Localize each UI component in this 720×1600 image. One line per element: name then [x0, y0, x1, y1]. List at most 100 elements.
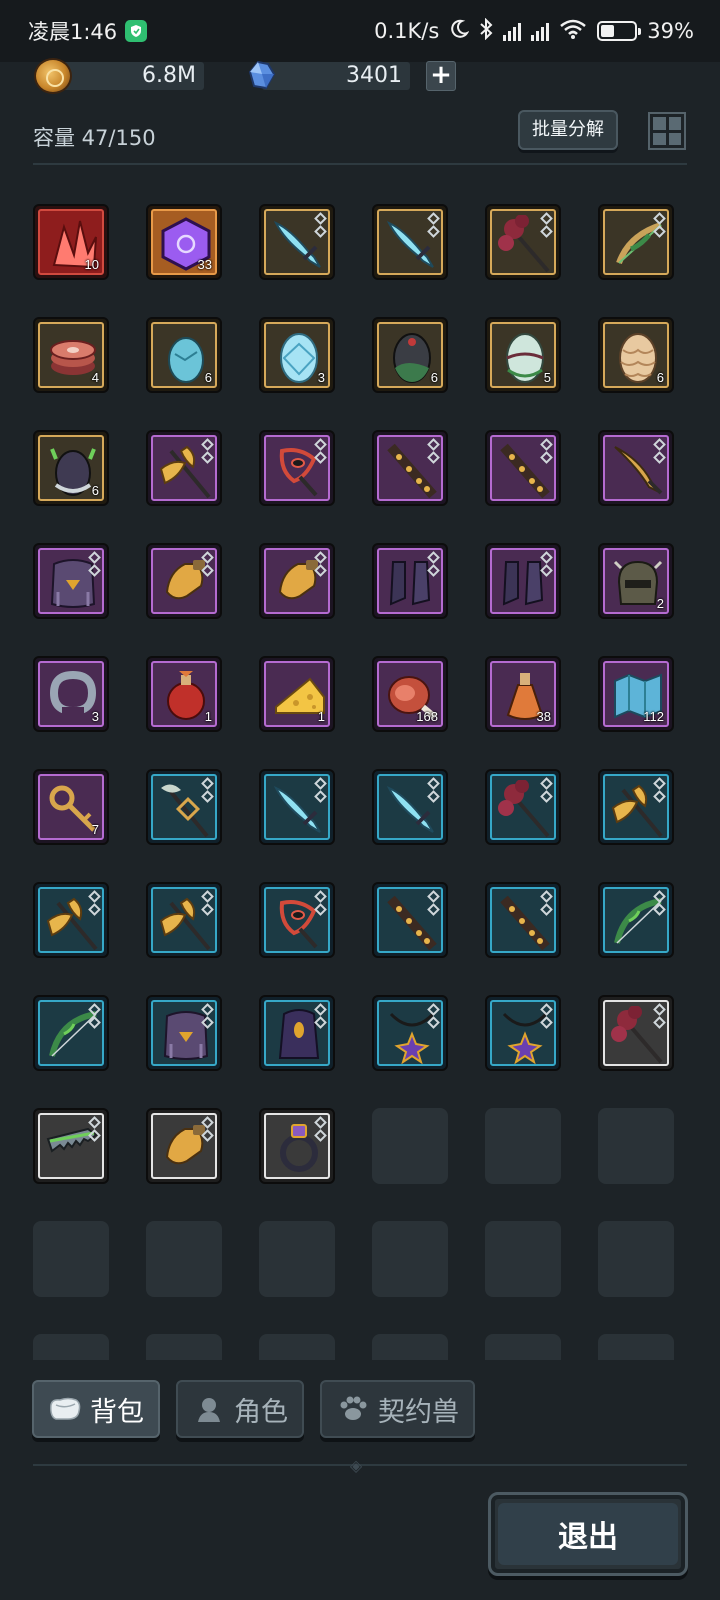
add-gems-button[interactable]: + [426, 61, 456, 91]
battery-icon [597, 21, 642, 41]
inventory-slot-empty[interactable] [33, 1334, 109, 1360]
inventory-slot-orange-flask[interactable]: 38 [485, 656, 561, 732]
inventory-slot-feather-spear[interactable] [146, 769, 222, 845]
inventory-slot-empty[interactable] [372, 1334, 448, 1360]
inventory-slot-red-potion[interactable]: 1 [146, 656, 222, 732]
inventory-slot-meat-slices[interactable]: 4 [33, 317, 109, 393]
inventory-slot-empty[interactable] [598, 1334, 674, 1360]
inventory-slot-ice-sword[interactable] [259, 769, 335, 845]
grid-view-icon[interactable] [648, 112, 686, 150]
inventory-slot-gauntlet[interactable] [146, 1108, 222, 1184]
inventory-slot-purple-hex-token[interactable]: 33 [146, 204, 222, 280]
inventory-slot-vine-bow[interactable] [33, 995, 109, 1071]
inventory-slot-red-crystal[interactable]: 10 [33, 204, 109, 280]
inventory-slot-golden-axe[interactable] [146, 430, 222, 506]
tab-character-label: 角色 [234, 1396, 288, 1428]
inventory-slot-ham[interactable]: 168 [372, 656, 448, 732]
inventory-slot-spiked-club[interactable] [372, 430, 448, 506]
tab-bag-label: 背包 [90, 1396, 144, 1428]
inventory-slot-vine-bow[interactable] [598, 882, 674, 958]
inventory-slot-claw-blade[interactable] [598, 430, 674, 506]
tab-character[interactable]: 角色 [176, 1380, 304, 1438]
item-count: 3 [91, 709, 99, 724]
inventory-slot-gauntlet[interactable] [259, 543, 335, 619]
tab-pet[interactable]: 契约兽 [320, 1380, 475, 1438]
bluetooth-icon [479, 17, 493, 45]
paw-icon [340, 1396, 367, 1420]
inventory-slot-empty[interactable] [485, 1108, 561, 1184]
inventory-slot-blue-egg[interactable]: 6 [146, 317, 222, 393]
inventory-slot-rune-staff[interactable] [259, 430, 335, 506]
inventory-slot-empty[interactable] [598, 1108, 674, 1184]
bag-icon [50, 1397, 81, 1420]
inventory-slot-dark-egg[interactable]: 6 [372, 317, 448, 393]
capacity-label: 容量 47/150 [33, 126, 156, 150]
item-count: 3 [317, 370, 325, 385]
exit-button-label: 退出 [558, 1520, 618, 1555]
inventory-slot-ice-sword[interactable] [372, 769, 448, 845]
inventory-slot-owl-armor[interactable] [146, 995, 222, 1071]
item-count: 38 [536, 709, 551, 724]
item-count: 10 [84, 257, 99, 272]
inventory-slot-empty[interactable] [372, 1108, 448, 1184]
inventory-slot-ice-sword[interactable] [259, 204, 335, 280]
tab-bag[interactable]: 背包 [32, 1380, 160, 1438]
bulk-dismantle-button[interactable]: 批量分解 [518, 110, 618, 150]
inventory-slot-horned-egg[interactable]: 6 [33, 430, 109, 506]
inventory-slot-empty[interactable] [259, 1221, 335, 1297]
inventory-slot-empty[interactable] [598, 1221, 674, 1297]
inventory-slot-empty[interactable] [485, 1221, 561, 1297]
exit-button[interactable]: 退出 [488, 1492, 688, 1576]
inventory-slot-empty[interactable] [485, 1334, 561, 1360]
gem-amount: 3401 [262, 62, 410, 90]
divider-ornament-icon: ◈ [349, 1456, 363, 1475]
inventory-slot-hooded-cloak[interactable] [259, 995, 335, 1071]
inventory-slot-boots[interactable] [372, 543, 448, 619]
inventory-slot-golden-axe[interactable] [146, 882, 222, 958]
divider [33, 163, 687, 165]
character-icon [198, 1398, 220, 1422]
inventory-slot-spiked-helmet[interactable]: 2 [598, 543, 674, 619]
inventory-slot-dark-ring[interactable] [259, 1108, 335, 1184]
inventory-slot-feather-staff[interactable] [485, 769, 561, 845]
inventory-slot-blue-map[interactable]: 112 [598, 656, 674, 732]
item-count: 2 [656, 596, 664, 611]
inventory-slot-boots[interactable] [485, 543, 561, 619]
signal-icon [503, 21, 522, 41]
inventory-slot-empty[interactable] [33, 1221, 109, 1297]
inventory-slot-ice-sword[interactable] [372, 204, 448, 280]
inventory-slot-leaf-bow[interactable] [598, 204, 674, 280]
inventory-slot-cheese[interactable]: 1 [259, 656, 335, 732]
inventory-slot-rune-staff[interactable] [259, 882, 335, 958]
inventory-slot-spiked-club[interactable] [372, 882, 448, 958]
inventory-slot-horseshoe-ring[interactable]: 3 [33, 656, 109, 732]
inventory-slot-golden-key[interactable]: 7 [33, 769, 109, 845]
inventory-slot-empty[interactable] [146, 1334, 222, 1360]
inventory-slot-star-amulet[interactable] [485, 995, 561, 1071]
inventory-slot-feather-staff[interactable] [598, 995, 674, 1071]
item-count: 5 [543, 370, 551, 385]
battery-percent: 39% [647, 19, 694, 43]
inventory-slot-owl-armor[interactable] [33, 543, 109, 619]
inventory-slot-feather-staff[interactable] [485, 204, 561, 280]
gem-icon [248, 60, 276, 90]
inventory-slot-empty[interactable] [146, 1221, 222, 1297]
inventory-slot-star-amulet[interactable] [372, 995, 448, 1071]
inventory-slot-golden-axe[interactable] [33, 882, 109, 958]
inventory-slot-scaled-egg[interactable]: 6 [598, 317, 674, 393]
item-count: 4 [91, 370, 99, 385]
item-count: 33 [197, 257, 212, 272]
inventory-slot-serrated-blade[interactable] [33, 1108, 109, 1184]
item-count: 6 [430, 370, 438, 385]
item-count: 168 [416, 709, 438, 724]
inventory-slot-empty[interactable] [259, 1334, 335, 1360]
item-count: 1 [204, 709, 212, 724]
inventory-slot-golden-axe[interactable] [598, 769, 674, 845]
inventory-slot-vine-egg[interactable]: 5 [485, 317, 561, 393]
inventory-slot-empty[interactable] [372, 1221, 448, 1297]
inventory-slot-gauntlet[interactable] [146, 543, 222, 619]
inventory-slot-spiked-club[interactable] [485, 430, 561, 506]
inventory-slot-spiked-club[interactable] [485, 882, 561, 958]
item-count: 6 [91, 483, 99, 498]
inventory-slot-ice-egg[interactable]: 3 [259, 317, 335, 393]
